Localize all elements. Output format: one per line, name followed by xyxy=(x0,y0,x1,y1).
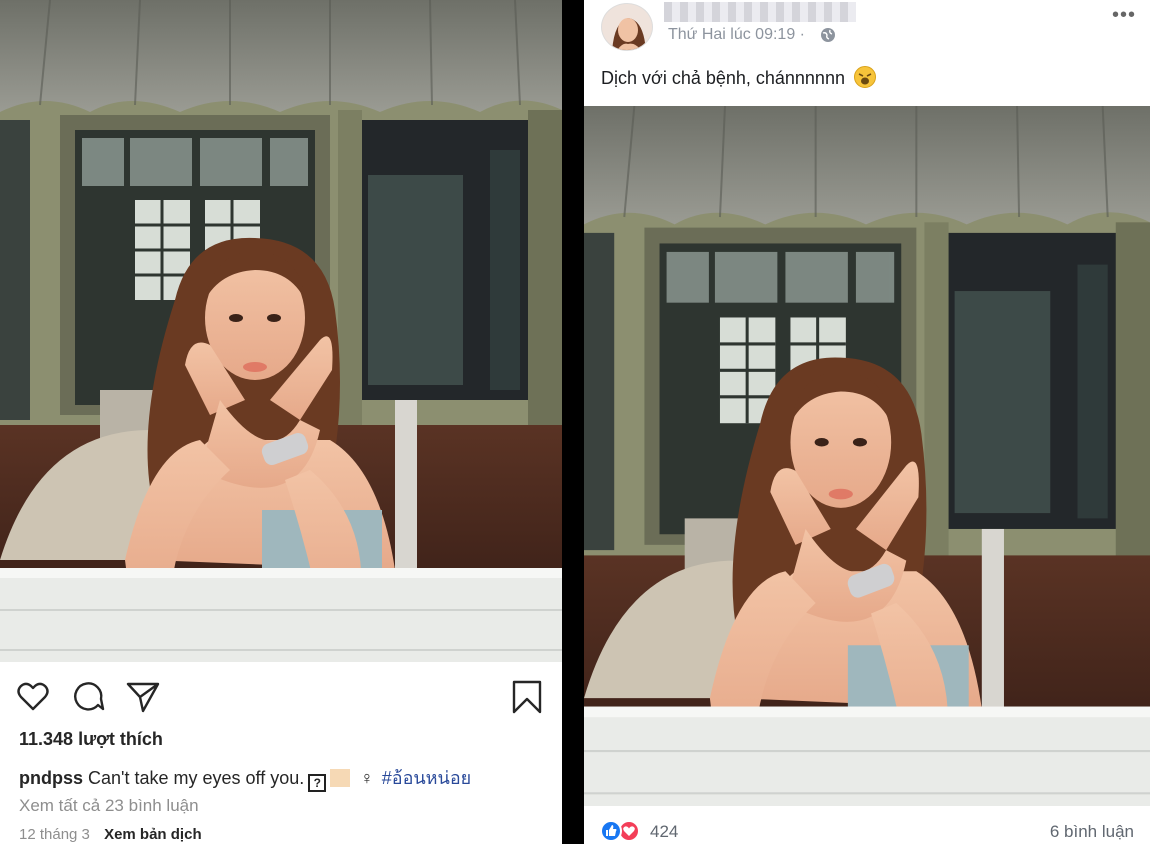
avatar[interactable] xyxy=(601,3,653,51)
post-caption: pndpss Can't take my eyes off you.? ♀ #อ้อ… xyxy=(19,763,471,792)
heart-icon[interactable] xyxy=(16,680,50,714)
comment-count-link[interactable]: 6 bình luận xyxy=(1050,822,1134,842)
post-timestamp[interactable]: Thứ Hai lúc 09:19 · xyxy=(668,26,805,44)
post-photo[interactable] xyxy=(584,106,1150,806)
post-text-content: Dịch với chả bệnh, chánnnnnn xyxy=(601,68,845,88)
skin-tone-swatch xyxy=(330,769,351,787)
translate-link[interactable]: Xem bản dịch xyxy=(104,826,202,843)
weary-face-emoji-icon xyxy=(853,66,876,88)
post-photo[interactable] xyxy=(0,0,562,662)
comment-icon[interactable] xyxy=(72,680,106,714)
view-all-comments-link[interactable]: Xem tất cả 23 bình luận xyxy=(19,796,199,816)
post-date: 12 tháng 3 xyxy=(19,826,90,843)
missing-glyph-icon: ? xyxy=(308,774,327,792)
facebook-post: Thứ Hai lúc 09:19 · ••• Dịch với chả bện… xyxy=(584,0,1150,844)
redacted-author-name xyxy=(664,2,856,22)
female-sign: ♀ xyxy=(360,768,374,788)
post-text: Dịch với chả bệnh, chánnnnnn xyxy=(601,66,876,89)
action-bar xyxy=(16,680,544,714)
photo-image xyxy=(584,106,1150,806)
share-icon[interactable] xyxy=(126,680,160,714)
globe-icon xyxy=(820,27,836,43)
instagram-post: 11.348 lượt thích pndpss Can't take my e… xyxy=(0,0,562,844)
more-options-button[interactable]: ••• xyxy=(1112,4,1136,27)
photo-image xyxy=(0,0,562,662)
reaction-count[interactable]: 424 xyxy=(650,822,678,842)
like-reaction-icon xyxy=(600,820,622,842)
bookmark-icon[interactable] xyxy=(510,680,544,714)
caption-hashtag[interactable]: #อ้อนหน่อย xyxy=(382,768,471,788)
caption-username[interactable]: pndpss xyxy=(19,768,83,788)
post-meta: 12 tháng 3 Xem bản dịch xyxy=(19,826,202,843)
caption-text: Can't take my eyes off you. xyxy=(88,768,305,788)
likes-count[interactable]: 11.348 lượt thích xyxy=(19,729,163,750)
